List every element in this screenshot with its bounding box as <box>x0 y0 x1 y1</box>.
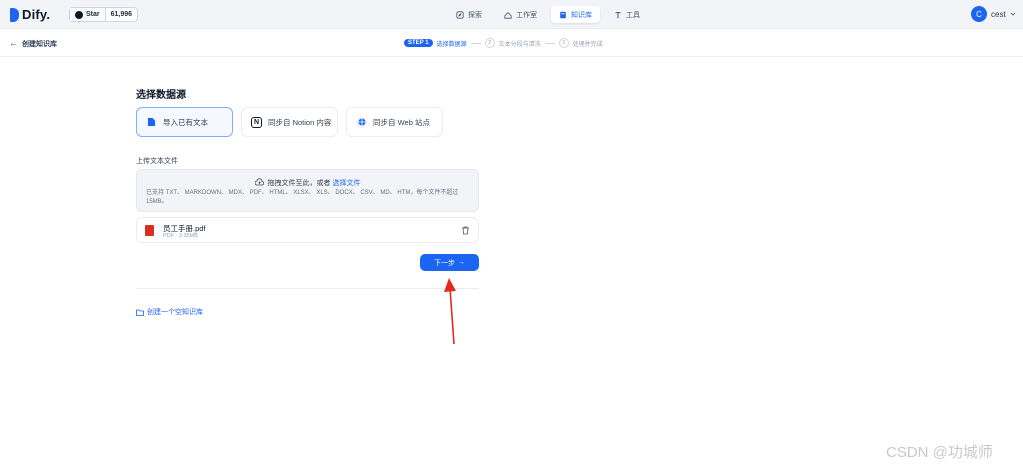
user-name: cest <box>991 9 1006 19</box>
file-meta: PDF · 3.35MB <box>163 233 198 239</box>
nav-studio[interactable]: 工作室 <box>496 6 545 23</box>
dify-logo[interactable]: Dify. <box>10 6 50 23</box>
main-nav: 探索 工作室 知识库 工具 <box>448 6 648 23</box>
step1-badge: STEP 1 <box>404 39 433 47</box>
dropzone-text: 拖拽文件至此，或者 选择文件 <box>137 178 478 188</box>
compass-icon <box>456 10 464 19</box>
web-icon <box>356 116 367 128</box>
source-notion[interactable]: N 同步自 Notion 内容 <box>241 107 338 137</box>
nav-explore-label: 探索 <box>468 11 482 19</box>
step3-label: 处理并完成 <box>572 41 603 48</box>
source-notion-label: 同步自 Notion 内容 <box>268 117 332 127</box>
file-dropzone[interactable]: 拖拽文件至此，或者 选择文件 已支持 TXT、 MARKDOWN、 MDX、 P… <box>136 169 479 212</box>
nav-tools-label: 工具 <box>626 11 640 19</box>
next-step-button[interactable]: 下一步 → <box>420 254 479 271</box>
trash-icon[interactable] <box>461 226 470 235</box>
step1-label: 选择数据源 <box>436 41 467 48</box>
notion-icon: N <box>251 116 262 128</box>
stepper: STEP 1 选择数据源 2 文本分段与清洗 3 处理并完成 <box>404 38 603 48</box>
source-options: 导入已有文本 N 同步自 Notion 内容 同步自 Web 站点 <box>136 107 443 137</box>
next-step-label: 下一步 <box>434 259 455 267</box>
nav-knowledge-label: 知识库 <box>571 11 592 19</box>
source-import-text[interactable]: 导入已有文本 <box>136 107 233 137</box>
create-dataset-header: ← 创建知识库 STEP 1 选择数据源 2 文本分段与清洗 3 处理并完成 <box>0 29 1023 57</box>
back-arrow-icon[interactable]: ← <box>9 38 18 48</box>
step-divider <box>470 42 481 44</box>
uploaded-file-item: 员工手册.pdf PDF · 3.35MB <box>136 217 479 243</box>
create-empty-dataset-label: 创建一个空知识库 <box>147 309 203 316</box>
step3-number: 3 <box>558 38 569 48</box>
step2-number: 2 <box>484 38 495 48</box>
avatar: C <box>971 6 987 22</box>
watermark: CSDN @功城师 <box>886 444 993 461</box>
red-annotation-arrow-icon <box>444 278 456 345</box>
logo-text: Dify. <box>22 7 51 22</box>
folder-icon <box>136 309 144 316</box>
github-icon <box>75 10 83 19</box>
nav-knowledge[interactable]: 知识库 <box>551 6 600 23</box>
file-icon <box>146 116 157 128</box>
source-import-text-label: 导入已有文本 <box>163 117 208 127</box>
drop-text: 拖拽文件至此，或者 <box>267 180 331 187</box>
source-web-label: 同步自 Web 站点 <box>373 117 430 127</box>
create-empty-dataset-link[interactable]: 创建一个空知识库 <box>136 307 203 317</box>
star-count: 61,996 <box>110 11 133 18</box>
user-menu[interactable]: C cest <box>971 6 1016 22</box>
wrench-icon <box>615 11 621 18</box>
data-source-panel: 选择数据源 导入已有文本 N 同步自 Notion 内容 同步自 Web 站点 … <box>136 86 479 316</box>
nav-tools[interactable]: 工具 <box>606 6 648 23</box>
upload-cloud-icon <box>254 178 264 186</box>
nav-explore[interactable]: 探索 <box>448 6 490 23</box>
divider <box>136 288 479 289</box>
section-title: 选择数据源 <box>136 90 186 101</box>
book-icon <box>560 11 566 18</box>
page-title: 创建知识库 <box>22 41 57 48</box>
upload-label: 上传文本文件 <box>136 158 178 165</box>
github-star-button[interactable]: Star 61,996 <box>69 7 139 22</box>
star-label: Star <box>86 11 100 18</box>
studio-icon <box>504 11 512 19</box>
dify-logo-mark <box>10 7 19 22</box>
pdf-icon <box>145 225 154 236</box>
arrow-right-icon: → <box>458 259 465 266</box>
source-web[interactable]: 同步自 Web 站点 <box>346 107 443 137</box>
top-nav-bar: Dify. Star 61,996 探索 工作室 知识库 工具 C cest <box>0 0 1023 29</box>
nav-studio-label: 工作室 <box>516 11 537 19</box>
step-divider <box>544 42 555 44</box>
github-star-label-wrap: Star <box>70 8 106 21</box>
chevron-down-icon <box>1010 12 1016 16</box>
step2-label: 文本分段与清洗 <box>498 41 541 48</box>
choose-file-link[interactable]: 选择文件 <box>332 180 360 187</box>
supported-formats-hint: 已支持 TXT、 MARKDOWN、 MDX、 PDF、 HTML、 XLSX、… <box>146 190 459 205</box>
